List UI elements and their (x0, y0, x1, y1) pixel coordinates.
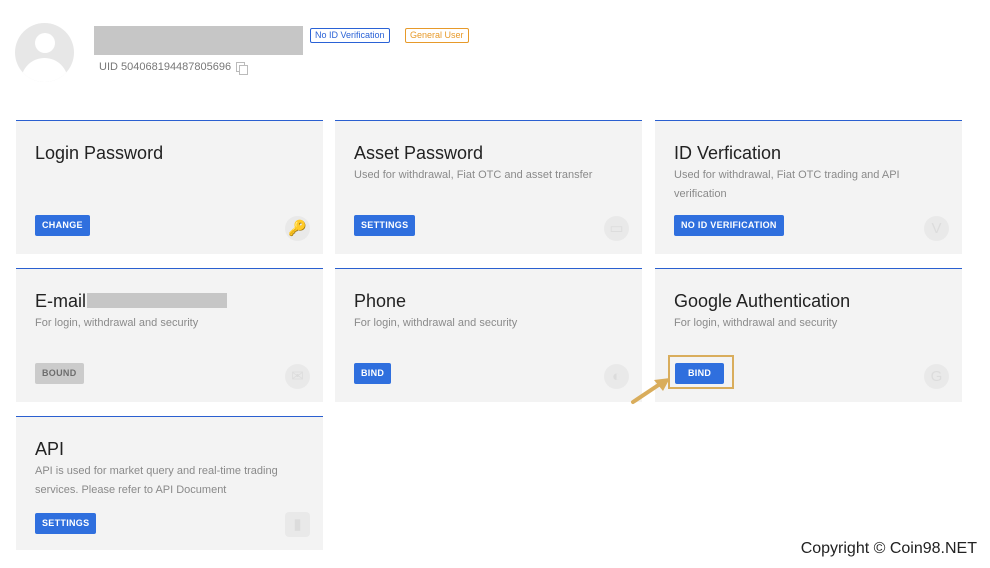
change-password-button[interactable]: CHANGE (35, 215, 90, 236)
card-description: For login, withdrawal and security (354, 317, 518, 329)
wallet-icon: ▭ (604, 216, 629, 241)
phone-icon: ◐ (604, 364, 629, 389)
pointer-arrow-icon (631, 378, 670, 404)
card-description: For login, withdrawal and security (674, 317, 838, 329)
card-title: E-mail (35, 291, 228, 312)
card-title: Google Authentication (674, 291, 851, 311)
api-icon: ▮ (285, 512, 310, 537)
highlight-box (668, 355, 734, 389)
verification-badge: No ID Verification (310, 28, 390, 43)
card-asset-password: Asset Password Used for withdrawal, Fiat… (335, 120, 642, 254)
api-settings-button[interactable]: SETTINGS (35, 513, 97, 534)
shield-icon: V (924, 216, 949, 241)
card-title: Phone (354, 291, 407, 311)
card-title: API (35, 439, 65, 459)
email-redacted (87, 292, 228, 308)
copy-icon[interactable] (236, 62, 249, 75)
card-description: Used for withdrawal, Fiat OTC trading an… (674, 169, 900, 200)
key-icon: 🔑 (285, 216, 310, 241)
card-description: API is used for market query and real-ti… (35, 465, 278, 496)
avatar (15, 23, 74, 82)
card-email: E-mail For login, withdrawal and securit… (16, 268, 323, 402)
user-type-badge: General User (405, 28, 469, 43)
card-login-password: Login Password CHANGE 🔑 (16, 120, 323, 254)
avatar-body-icon (21, 58, 68, 82)
username-redacted (94, 26, 303, 55)
google-icon: G (924, 364, 949, 389)
card-description: For login, withdrawal and security (35, 317, 199, 329)
copyright-text: Copyright © Coin98.NET (800, 540, 977, 557)
id-verification-button[interactable]: NO ID VERIFICATION (674, 215, 784, 236)
email-title-label: E-mail (35, 291, 87, 311)
card-title: Asset Password (354, 143, 484, 163)
card-description: Used for withdrawal, Fiat OTC and asset … (354, 169, 593, 181)
email-bound-button: BOUND (35, 363, 84, 384)
uid-row: UID 504068194487805696 (99, 60, 249, 75)
card-id-verification: ID Verfication Used for withdrawal, Fiat… (655, 120, 962, 254)
phone-bind-button[interactable]: BIND (354, 363, 392, 384)
uid-label: UID 504068194487805696 (99, 61, 232, 73)
card-api: API API is used for market query and rea… (16, 416, 323, 550)
avatar-head-icon (35, 33, 55, 53)
mail-icon: ✉ (285, 364, 310, 389)
card-title: ID Verfication (674, 143, 782, 163)
card-phone: Phone For login, withdrawal and security… (335, 268, 642, 402)
asset-settings-button[interactable]: SETTINGS (354, 215, 416, 236)
card-title: Login Password (35, 143, 164, 163)
